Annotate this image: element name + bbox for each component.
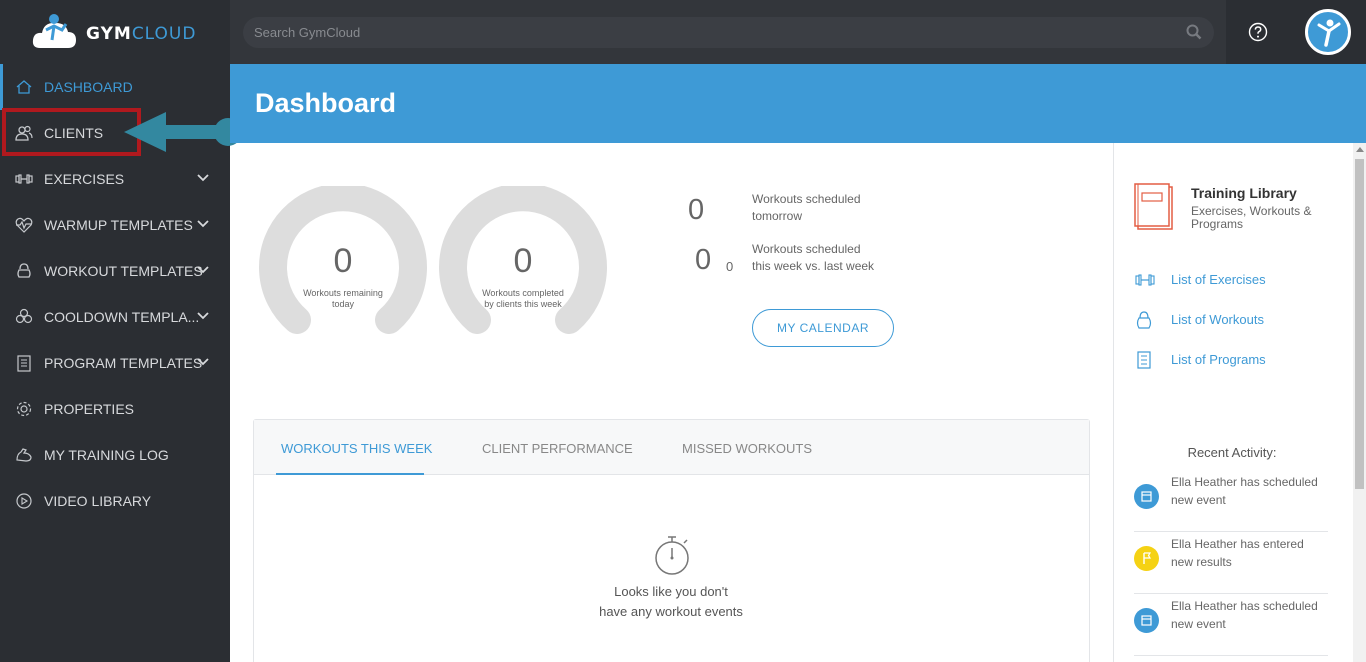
dumbbell-icon bbox=[1135, 274, 1155, 286]
stopwatch-icon bbox=[655, 536, 689, 575]
stat-week-value: 0 bbox=[695, 244, 712, 276]
calendar-icon bbox=[1141, 491, 1152, 502]
fan-icon bbox=[15, 308, 33, 324]
sidebar-item-label: PROPERTIES bbox=[44, 401, 134, 417]
stat-week-label: Workouts scheduled this week vs. last wee… bbox=[752, 242, 875, 273]
list-of-workouts-link[interactable]: List of Workouts bbox=[1171, 312, 1264, 327]
page-header: Dashboard bbox=[230, 64, 1366, 143]
help-icon[interactable] bbox=[1248, 22, 1268, 42]
logo-text-cloud: CLOUD bbox=[131, 24, 197, 44]
chevron-down-icon[interactable] bbox=[197, 173, 209, 183]
search-bar[interactable] bbox=[243, 17, 1214, 48]
search-icon[interactable] bbox=[1186, 24, 1202, 40]
sidebar-item-label: COOLDOWN TEMPLA... bbox=[44, 309, 200, 325]
tab-client-performance[interactable]: CLIENT PERFORMANCE bbox=[482, 441, 633, 456]
play-icon bbox=[16, 493, 32, 509]
scroll-up-arrow-icon[interactable] bbox=[1356, 147, 1364, 152]
sidebar-item-properties[interactable]: PROPERTIES bbox=[0, 386, 230, 432]
sidebar-item-my-training-log[interactable]: MY TRAINING LOG bbox=[0, 432, 230, 478]
user-figure-icon bbox=[1317, 19, 1341, 47]
annotation-arrow-icon bbox=[124, 112, 242, 152]
stat-tomorrow-label: Workouts scheduled tomorrow bbox=[752, 192, 861, 223]
training-library-subtitle: Exercises, Workouts & Programs bbox=[1191, 204, 1312, 231]
active-tab-underline bbox=[276, 473, 424, 475]
panel-tabs: WORKOUTS THIS WEEK CLIENT PERFORMANCE MI… bbox=[254, 420, 1089, 475]
list-of-exercises-link[interactable]: List of Exercises bbox=[1171, 272, 1266, 287]
active-indicator bbox=[0, 64, 3, 110]
sidebar-item-label: WORKOUT TEMPLATES bbox=[44, 263, 203, 279]
gauge-caption: Workouts completed by clients this week bbox=[482, 288, 564, 309]
activity-text: Ella Heather has scheduled new event bbox=[1171, 599, 1318, 631]
sidebar-item-warmup-templates[interactable]: WARMUP TEMPLATES bbox=[0, 202, 230, 248]
sidebar-item-label: WARMUP TEMPLATES bbox=[44, 217, 193, 233]
scroll-thumb[interactable] bbox=[1355, 159, 1364, 489]
clipboard-icon bbox=[17, 355, 31, 372]
gauge-caption: Workouts remaining today bbox=[303, 288, 383, 309]
chevron-down-icon[interactable] bbox=[197, 265, 209, 275]
kettlebell-icon bbox=[1136, 311, 1152, 329]
activity-badge bbox=[1134, 608, 1159, 633]
clipboard-icon bbox=[1137, 351, 1151, 369]
sidebar-item-cooldown-templates[interactable]: COOLDOWN TEMPLA... bbox=[0, 294, 230, 340]
sidebar-item-dashboard[interactable]: DASHBOARD bbox=[0, 64, 230, 110]
activity-badge bbox=[1134, 546, 1159, 571]
sidebar-item-label: PROGRAM TEMPLATES bbox=[44, 355, 203, 371]
sidebar-item-video-library[interactable]: VIDEO LIBRARY bbox=[0, 478, 230, 524]
sidebar-item-exercises[interactable]: EXERCISES bbox=[0, 156, 230, 202]
gauge-workouts-completed: 0 Workouts completed by clients this week bbox=[437, 183, 609, 336]
calendar-icon bbox=[1141, 615, 1152, 626]
workouts-panel: WORKOUTS THIS WEEK CLIENT PERFORMANCE MI… bbox=[253, 419, 1090, 662]
heartbeat-icon bbox=[15, 217, 33, 233]
cloud-logo-icon bbox=[32, 14, 76, 48]
activity-item[interactable]: Ella Heather has entered new results bbox=[1134, 532, 1328, 594]
empty-state-message: Looks like you don't have any workout eve… bbox=[599, 584, 743, 619]
user-avatar[interactable] bbox=[1305, 9, 1351, 55]
gauge-workouts-remaining: 0 Workouts remaining today bbox=[257, 183, 429, 336]
home-icon bbox=[16, 80, 32, 94]
sidebar-item-label: VIDEO LIBRARY bbox=[44, 493, 152, 509]
stat-tomorrow-value: 0 bbox=[688, 194, 705, 226]
activity-text: Ella Heather has scheduled new event bbox=[1171, 475, 1318, 507]
list-of-programs-link[interactable]: List of Programs bbox=[1171, 352, 1266, 367]
gear-icon bbox=[16, 401, 32, 417]
sidebar-item-label: DASHBOARD bbox=[44, 79, 133, 95]
stat-last-week-value: 0 bbox=[726, 259, 734, 274]
activity-item[interactable]: Ella Heather has scheduled new event bbox=[1134, 470, 1328, 532]
activity-item[interactable]: Ella Heather has scheduled new event bbox=[1134, 594, 1328, 656]
training-library-title[interactable]: Training Library bbox=[1191, 185, 1297, 201]
flag-icon bbox=[1143, 552, 1152, 564]
sidebar-item-workout-templates[interactable]: WORKOUT TEMPLATES bbox=[0, 248, 230, 294]
recent-activity-title: Recent Activity: bbox=[1187, 445, 1277, 460]
gauge-value: 0 bbox=[513, 242, 533, 280]
book-icon bbox=[1134, 183, 1173, 230]
chevron-down-icon[interactable] bbox=[197, 311, 209, 321]
chevron-down-icon[interactable] bbox=[197, 219, 209, 229]
page-title: Dashboard bbox=[255, 88, 397, 118]
gauge-value: 0 bbox=[333, 242, 353, 280]
scrollbar[interactable] bbox=[1353, 143, 1366, 662]
activity-badge bbox=[1134, 484, 1159, 509]
tab-missed-workouts[interactable]: MISSED WORKOUTS bbox=[682, 441, 812, 456]
sidebar-item-label: MY TRAINING LOG bbox=[44, 447, 169, 463]
chevron-down-icon[interactable] bbox=[197, 357, 209, 367]
my-calendar-button[interactable]: MY CALENDAR bbox=[752, 309, 894, 347]
tab-workouts-this-week[interactable]: WORKOUTS THIS WEEK bbox=[281, 441, 432, 456]
logo-text-gym: GYM bbox=[86, 24, 132, 44]
search-input[interactable] bbox=[254, 17, 1154, 48]
sidebar-item-program-templates[interactable]: PROGRAM TEMPLATES bbox=[0, 340, 230, 386]
app-logo[interactable]: GYMCLOUD bbox=[0, 0, 230, 64]
kettlebell-icon bbox=[17, 263, 31, 278]
sidebar-item-label: EXERCISES bbox=[44, 171, 125, 187]
muscle-icon bbox=[16, 448, 32, 462]
dumbbell-icon bbox=[15, 174, 33, 184]
activity-text: Ella Heather has entered new results bbox=[1171, 537, 1304, 569]
